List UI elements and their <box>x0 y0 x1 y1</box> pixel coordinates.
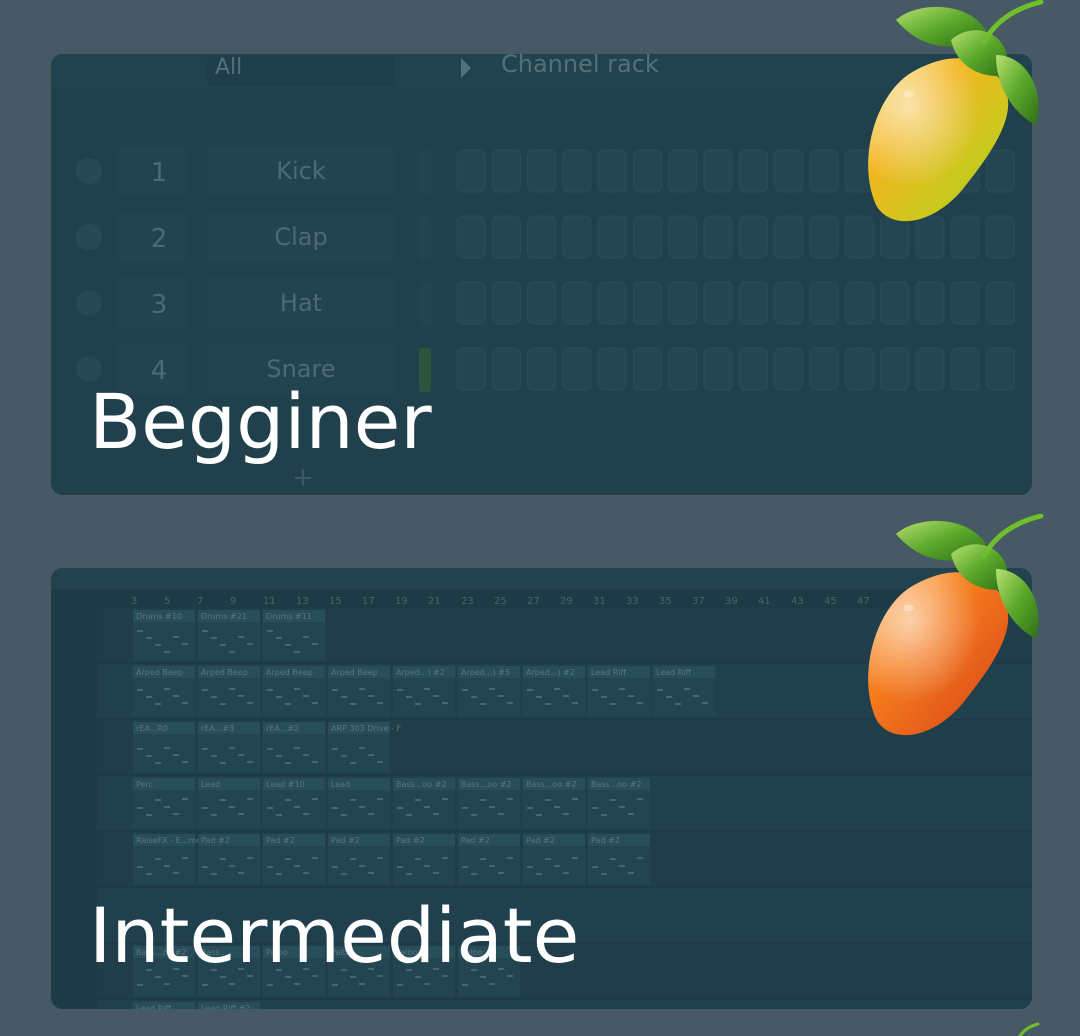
fruit-body <box>868 58 1009 222</box>
fl-studio-orange-fruit-icon <box>868 514 1044 736</box>
screen: { "cards": [ { "id": "beginner", "title"… <box>0 0 1080 1036</box>
fl-studio-yellow-fruit-icon <box>868 0 1044 222</box>
card-title: Intermediate <box>89 891 580 980</box>
card-title: Begginer <box>89 377 432 466</box>
fruit-body <box>868 572 1009 736</box>
